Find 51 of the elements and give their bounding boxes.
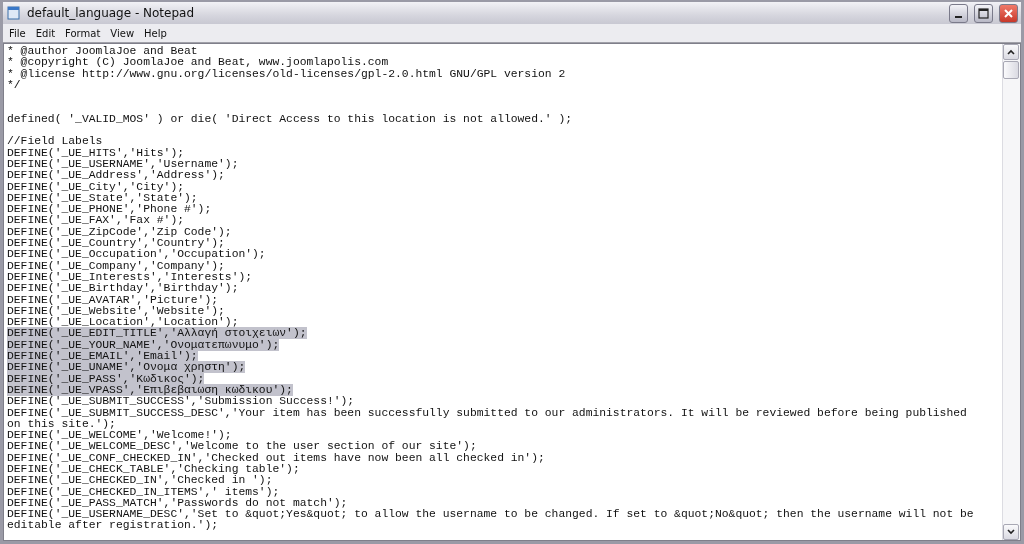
window-title: default_language - Notepad xyxy=(27,6,196,20)
scroll-up-button[interactable] xyxy=(1003,44,1019,60)
code-line: //Field Labels xyxy=(7,135,103,148)
maximize-button[interactable] xyxy=(974,3,993,23)
code-line: DEFINE('_UE_HITS','Hits'); xyxy=(7,146,184,159)
scroll-down-button[interactable] xyxy=(1003,524,1019,540)
code-line: DEFINE('_UE_CHECK_TABLE','Checking table'); xyxy=(7,463,300,475)
code-line: DEFINE('_UE_Location','Location'); xyxy=(7,316,239,329)
code-line: DEFINE('_UE_SUBMIT_SUCCESS_DESC','Your item has been successfully submitted to our administrators. It will be reviewed before being published xyxy=(7,406,967,419)
code-line: */ xyxy=(7,78,21,91)
code-line: DEFINE('_UE_State','State'); xyxy=(7,191,198,204)
menu-item[interactable]: Help xyxy=(140,27,171,39)
code-line: DEFINE('_UE_AVATAR','Picture'); xyxy=(7,293,219,306)
caret-up-icon xyxy=(1007,49,1015,55)
caret-down-icon xyxy=(1007,529,1015,535)
code-line: DEFINE('_UE_CHECKED_IN_ITEMS',' items'); xyxy=(7,485,280,498)
code-line: DEFINE('_UE_CONF_CHECKED_IN','Checked out items have now been all checked in'); xyxy=(7,451,545,464)
code-line: DEFINE('_UE_FAX','Fax #'); xyxy=(7,214,184,227)
code-line: DEFINE('_UE_City','City'); xyxy=(7,180,184,193)
code-line: DEFINE('_UE_WELCOME_DESC','Welcome to the user section of our site'); xyxy=(7,440,477,453)
code-line: * @license http://www.gnu.org/licenses/old-licenses/gpl-2.0.html GNU/GPL version 2 xyxy=(7,67,566,80)
scroll-thumb[interactable] xyxy=(1003,61,1019,79)
menu-item[interactable]: Edit xyxy=(31,27,60,39)
code-line: DEFINE('_UE_CHECKED_IN','Checked in '); xyxy=(7,474,273,487)
code-line: defined( '_VALID_MOS' ) or die( 'Direct Access to this location is not allowed.' ); xyxy=(7,112,572,125)
code-line: * @copyright (C) JoomlaJoe and Beat, www.joomlapolis.com xyxy=(7,56,389,69)
menu-item[interactable]: File xyxy=(5,27,30,39)
code-line: DEFINE('_UE_SUBMIT_SUCCESS','Submission Success!'); xyxy=(7,395,355,408)
menu-item[interactable]: View xyxy=(106,27,139,39)
close-button[interactable] xyxy=(999,3,1018,23)
code-line: DEFINE('_UE_ZipCode','Zip Code'); xyxy=(7,225,232,238)
menu-item[interactable]: Format xyxy=(61,27,105,39)
code-line: DEFINE('_UE_USERNAME_DESC','Set to &quot;Yes&quot; to allow the username to be changed. If set to &quot;No&quot; then the username will not be xyxy=(7,508,974,521)
code-line: * @author JoomlaJoe and Beat xyxy=(7,45,198,57)
code-line: DEFINE('_UE_Company','Company'); xyxy=(7,259,225,272)
code-line: DEFINE('_UE_Birthday','Birthday'); xyxy=(7,282,239,295)
minimize-button[interactable] xyxy=(949,3,968,23)
code-line: DEFINE('_UE_Address','Address'); xyxy=(7,169,225,182)
code-line: DEFINE('_UE_Occupation','Occupation'); xyxy=(7,248,266,261)
notepad-icon xyxy=(7,6,21,20)
code-line: on this site.'); xyxy=(7,417,116,430)
maximize-icon xyxy=(978,7,989,19)
code-line: DEFINE('_UE_WELCOME','Welcome!'); xyxy=(7,429,232,442)
code-line: DEFINE('_UE_PHONE','Phone #'); xyxy=(7,203,212,216)
code-line: DEFINE('_UE_PASS_MATCH','Passwords do not match'); xyxy=(7,496,348,509)
code-line: DEFINE('_UE_Country','Country'); xyxy=(7,237,225,250)
code-line: editable after registration.'); xyxy=(7,519,219,532)
close-icon xyxy=(1003,7,1014,19)
vertical-scrollbar[interactable] xyxy=(1002,44,1020,540)
minimize-icon xyxy=(955,16,962,18)
code-line: DEFINE('_UE_Website','Website'); xyxy=(7,304,225,317)
